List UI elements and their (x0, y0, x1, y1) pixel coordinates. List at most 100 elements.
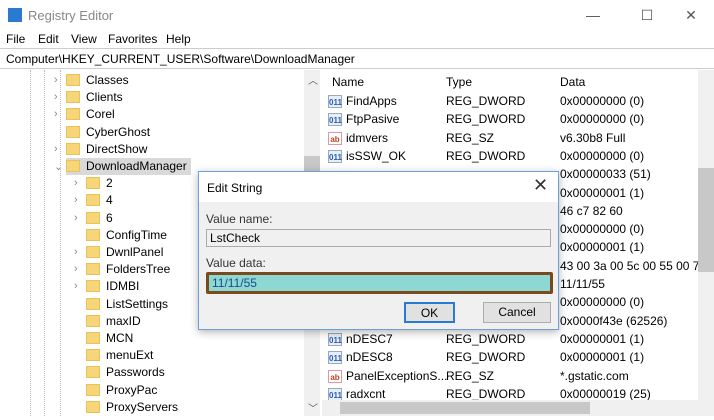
tree-item-label: menuExt (106, 348, 154, 363)
close-icon[interactable]: ✕ (533, 175, 548, 196)
value-data: 0x00000000 (0) (560, 112, 645, 127)
binary-value-icon: 011 (328, 332, 342, 346)
tree-item[interactable]: DirectShow (66, 141, 147, 158)
list-scrollbar[interactable] (698, 70, 714, 400)
folder-icon (86, 366, 100, 379)
list-item[interactable]: 011 FindApps REG_DWORD 0x00000000 (0) (322, 92, 702, 110)
address-bar[interactable]: Computer\HKEY_CURRENT_USER\Software\Down… (0, 48, 714, 69)
minimize-button[interactable]: — (578, 4, 608, 26)
value-data: 0x00000001 (1) (560, 185, 645, 200)
tree-item[interactable]: maxID (86, 313, 141, 330)
tree-item[interactable]: Classes (66, 72, 129, 89)
list-item[interactable]: 011 FtpPasive REG_DWORD 0x00000000 (0) (322, 110, 702, 128)
column-data[interactable]: Data (560, 75, 585, 89)
tree-item-label: FoldersTree (106, 262, 171, 277)
tree-item[interactable]: Passwords (86, 364, 165, 381)
chevron-right-icon[interactable]: › (74, 194, 78, 206)
chevron-right-icon[interactable]: › (54, 143, 58, 155)
tree-item[interactable]: ProxyServers (86, 399, 178, 416)
window-title: Registry Editor (28, 8, 114, 23)
menu-view[interactable]: View (71, 32, 97, 46)
registry-icon (8, 8, 22, 22)
binary-value-icon: 011 (328, 95, 342, 108)
menu-help[interactable]: Help (166, 32, 191, 46)
tree-item[interactable]: Corel (66, 106, 115, 123)
tree-item[interactable]: 4 (86, 192, 113, 209)
value-type: REG_DWORD (446, 331, 526, 346)
chevron-right-icon[interactable]: › (74, 280, 78, 292)
folder-icon (86, 194, 100, 207)
tree-item[interactable]: CyberGhost (66, 124, 150, 141)
value-name-field[interactable]: LstCheck (206, 229, 551, 247)
chevron-right-icon[interactable]: › (54, 74, 58, 86)
horizontal-scrollbar[interactable] (322, 400, 714, 416)
list-item[interactable]: ab idmvers REG_SZ v6.30b8 Full (322, 129, 702, 147)
folder-icon (66, 91, 80, 104)
dialog-title-bar: Edit String ✕ (199, 172, 558, 202)
folder-icon (86, 211, 100, 224)
folder-icon (66, 74, 80, 86)
value-data: 0x0000f43e (62526) (560, 313, 668, 328)
chevron-right-icon[interactable]: › (74, 246, 78, 258)
tree-item[interactable]: 6 (86, 210, 113, 227)
tree-item[interactable]: DwnlPanel (86, 244, 163, 261)
scroll-thumb[interactable] (698, 168, 714, 272)
value-data: 0x00000000 (0) (560, 148, 645, 163)
scroll-up-icon[interactable]: ︿ (308, 72, 318, 87)
tree-item[interactable]: ListSettings (86, 296, 168, 313)
value-data: 0x00000001 (1) (560, 240, 645, 255)
tree-item[interactable]: 2 (86, 175, 113, 192)
menu-bar: File Edit View Favorites Help (0, 30, 714, 48)
folder-icon (86, 263, 100, 276)
column-name[interactable]: Name (332, 75, 364, 89)
binary-value-icon: 011 (328, 113, 342, 127)
value-data: 11/11/55 (560, 277, 605, 291)
folder-icon (86, 228, 100, 241)
menu-edit[interactable]: Edit (38, 32, 59, 46)
value-data: 43 00 3a 00 5c 00 55 00 73 0 (560, 258, 714, 273)
ok-button[interactable]: OK (404, 302, 455, 323)
menu-file[interactable]: File (6, 32, 25, 46)
value-data-input[interactable]: 11/11/55 (206, 272, 553, 294)
tree-item-label: 4 (106, 193, 113, 208)
tree-item[interactable]: FoldersTree (86, 261, 170, 278)
edit-string-dialog: Edit String ✕ Value name: LstCheck Value… (198, 171, 559, 330)
chevron-right-icon[interactable]: › (54, 91, 58, 103)
list-item[interactable]: ab PanelExceptionS... REG_SZ *.gstatic.com (322, 367, 702, 385)
value-data: 0x00000000 (0) (560, 94, 645, 108)
chevron-right-icon[interactable]: › (74, 212, 78, 224)
chevron-down-icon[interactable]: ⌄ (54, 160, 63, 173)
string-value-icon: ab (328, 131, 342, 145)
tree-item[interactable]: ProxyPac (86, 382, 157, 399)
chevron-right-icon[interactable]: › (74, 177, 78, 189)
tree-item-label: MCN (106, 331, 134, 345)
menu-favorites[interactable]: Favorites (108, 32, 157, 46)
value-type: REG_DWORD (446, 112, 526, 127)
list-item[interactable]: 011 nDESC8 REG_DWORD 0x00000001 (1) (322, 348, 702, 366)
column-type[interactable]: Type (446, 75, 472, 89)
value-type: REG_SZ (446, 130, 495, 145)
value-data: 0x00000000 (0) (560, 222, 645, 237)
tree-item-label: IDMBI (106, 279, 140, 294)
scroll-thumb[interactable] (340, 402, 590, 414)
value-data: 0x00000001 (1) (560, 350, 645, 365)
value-data: 0x00000001 (1) (560, 331, 645, 346)
cancel-button[interactable]: Cancel (483, 302, 551, 323)
binary-value-icon: 011 (328, 351, 342, 365)
folder-icon (86, 177, 100, 190)
list-item[interactable]: 011 nDESC7 REG_DWORD 0x00000001 (1) (322, 330, 702, 348)
scroll-down-icon[interactable]: ﹀ (308, 400, 318, 415)
chevron-right-icon[interactable]: › (54, 108, 58, 120)
tree-item[interactable]: menuExt (86, 347, 153, 364)
chevron-right-icon[interactable]: › (74, 263, 78, 275)
tree-item[interactable]: Clients (66, 89, 123, 106)
maximize-button[interactable]: ☐ (632, 4, 662, 26)
list-item[interactable]: 011 isSSW_OK REG_DWORD 0x00000000 (0) (322, 147, 702, 165)
tree-item[interactable]: DownloadManager (66, 158, 191, 175)
close-button[interactable]: ✕ (676, 4, 706, 26)
tree-item[interactable]: ConfigTime (86, 227, 167, 244)
tree-item[interactable]: MCN (86, 330, 133, 347)
tree-item[interactable]: IDMBI (86, 278, 139, 295)
value-data-label: Value data: (206, 256, 266, 270)
string-value-icon: ab (328, 369, 342, 383)
